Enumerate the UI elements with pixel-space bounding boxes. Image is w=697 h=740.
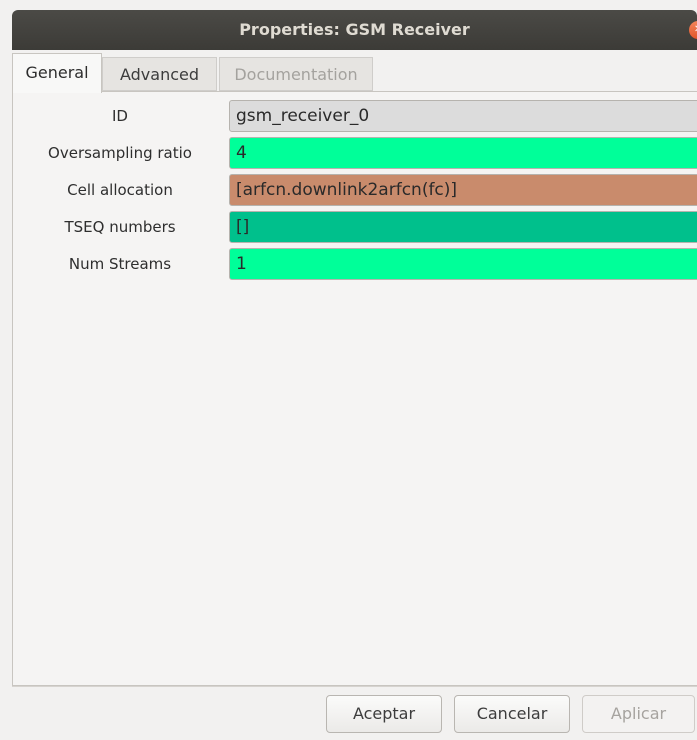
param-row-cell-allocation: Cell allocation [arfcn.downlink2arfcn(fc… — [13, 172, 697, 208]
apply-button: Aplicar — [582, 695, 695, 733]
cancel-button[interactable]: Cancelar — [454, 695, 570, 733]
param-label-num-streams: Num Streams — [68, 255, 172, 273]
param-row-oversampling-ratio: Oversampling ratio 4 — [13, 135, 697, 171]
param-label-id: ID — [112, 107, 128, 125]
tab-documentation: Documentation — [219, 57, 373, 91]
window-title: Properties: GSM Receiver — [239, 20, 470, 39]
param-field-id[interactable]: gsm_receiver_0 — [229, 100, 697, 132]
title-bar: Properties: GSM Receiver ✕ — [12, 10, 697, 50]
button-separator — [12, 686, 697, 687]
param-label-cell-allocation: Cell allocation — [67, 181, 173, 199]
tab-advanced[interactable]: Advanced — [102, 57, 217, 91]
general-panel: ID gsm_receiver_0 Oversampling ratio 4 C… — [12, 91, 697, 686]
ok-button[interactable]: Aceptar — [326, 695, 442, 733]
param-label-oversampling-ratio: Oversampling ratio — [48, 144, 192, 162]
param-row-num-streams: Num Streams 1 — [13, 246, 697, 282]
param-field-num-streams[interactable]: 1 — [229, 248, 697, 280]
param-field-oversampling-ratio[interactable]: 4 — [229, 137, 697, 169]
tab-general[interactable]: General — [12, 53, 102, 93]
param-field-tseq-numbers[interactable]: [] — [229, 211, 697, 243]
tab-bar: General Advanced Documentation — [12, 53, 697, 93]
param-label-tseq-numbers: TSEQ numbers — [64, 218, 176, 236]
param-row-id: ID gsm_receiver_0 — [13, 98, 697, 134]
param-row-tseq-numbers: TSEQ numbers [] — [13, 209, 697, 245]
param-field-cell-allocation[interactable]: [arfcn.downlink2arfcn(fc)] — [229, 174, 697, 206]
